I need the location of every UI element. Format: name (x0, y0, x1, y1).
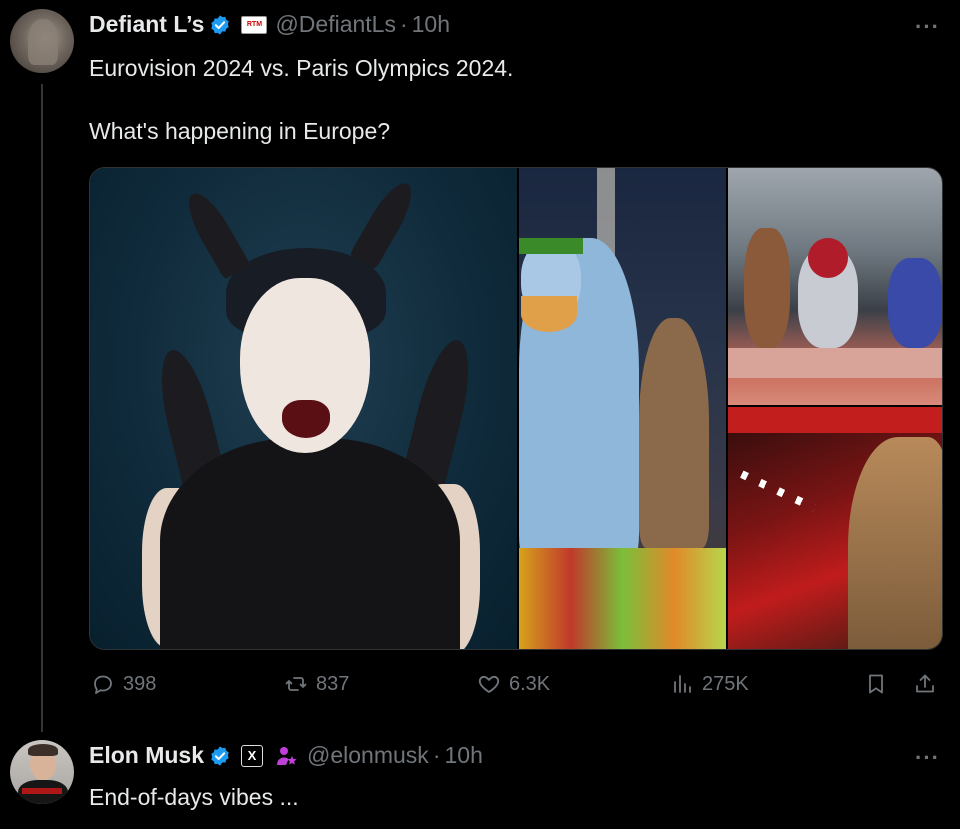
tweet-text-line1: Eurovision 2024 vs. Paris Olympics 2024. (89, 55, 514, 81)
affiliation-badge-text: RTM (241, 15, 268, 34)
hair-shape (848, 437, 942, 649)
affiliation-badge-text: X (241, 744, 264, 767)
avatar-ribbon-shape (22, 788, 62, 794)
repost-button[interactable]: 837 (284, 672, 349, 696)
repost-count: 837 (316, 672, 350, 695)
share-button[interactable] (913, 672, 937, 696)
verified-badge-icon (211, 745, 229, 766)
reply-button[interactable]: 398 (91, 672, 156, 696)
costume-horn-shape (179, 186, 251, 280)
bookmark-icon (869, 674, 883, 694)
media-image-olympics-3[interactable] (728, 407, 942, 649)
figure-mouth-shape (282, 400, 330, 438)
thread-line (41, 84, 43, 732)
government-official-icon (277, 746, 297, 765)
tweet-text-line2: What's happening in Europe? (89, 118, 391, 144)
costume-horn-shape (349, 176, 421, 270)
table-shape (728, 348, 942, 378)
more-options-button[interactable]: ··· (915, 745, 940, 771)
flowers-shape (519, 548, 726, 649)
repost-icon (285, 677, 307, 691)
tweet1-header: Defiant L’s RTM @DefiantLs · 10h (89, 11, 450, 38)
hair-shape (808, 238, 848, 278)
performer-shape (744, 228, 790, 348)
author-handle[interactable]: @elonmusk (307, 742, 429, 769)
blue-figure-shape (519, 238, 639, 568)
figure-body-shape (160, 438, 460, 649)
media-image-olympics-1[interactable] (519, 168, 726, 649)
reply-icon (94, 675, 112, 694)
tweet-actions-bar: 398 837 6.3K 275K (0, 672, 960, 702)
performer-shape (888, 258, 942, 348)
separator-dot: · (432, 742, 441, 768)
verified-badge-icon (211, 14, 230, 35)
views-icon (674, 675, 691, 693)
tweet2-header: Elon Musk X @elonmusk · 10h (89, 742, 483, 769)
flower-crown-shape (519, 238, 583, 254)
author-name[interactable]: Elon Musk (89, 742, 204, 769)
bookmark-button[interactable] (864, 672, 888, 696)
tweet-timestamp[interactable]: 10h (444, 742, 482, 769)
like-button[interactable]: 6.3K (477, 672, 550, 696)
tweet-timestamp[interactable]: 10h (412, 11, 450, 38)
lights-shape (740, 470, 816, 512)
views-count: 275K (702, 672, 749, 695)
separator-dot: · (399, 11, 408, 37)
media-image-olympics-2[interactable] (728, 168, 942, 405)
truss-shape (728, 407, 942, 433)
affiliation-badge[interactable]: X (241, 744, 264, 767)
avatar-elon-musk[interactable] (10, 740, 74, 804)
like-count: 6.3K (509, 672, 551, 695)
avatar-figure (28, 19, 58, 65)
share-icon (916, 674, 934, 693)
author-name[interactable]: Defiant L’s (89, 11, 204, 38)
reply-count: 398 (123, 672, 157, 695)
views-button[interactable]: 275K (670, 672, 749, 696)
avatar-hair-shape (28, 744, 58, 756)
performer-shape (639, 318, 709, 548)
media-grid (89, 167, 943, 650)
media-image-eurovision[interactable] (90, 168, 517, 649)
tweet-text-line1: End-of-days vibes ... (89, 784, 299, 810)
more-options-button[interactable]: ··· (915, 14, 940, 40)
author-handle[interactable]: @DefiantLs (275, 11, 396, 38)
beard-shape (521, 296, 577, 332)
affiliation-badge[interactable]: RTM (241, 15, 268, 34)
like-icon (478, 675, 500, 693)
avatar-defiant-ls[interactable] (10, 9, 74, 73)
